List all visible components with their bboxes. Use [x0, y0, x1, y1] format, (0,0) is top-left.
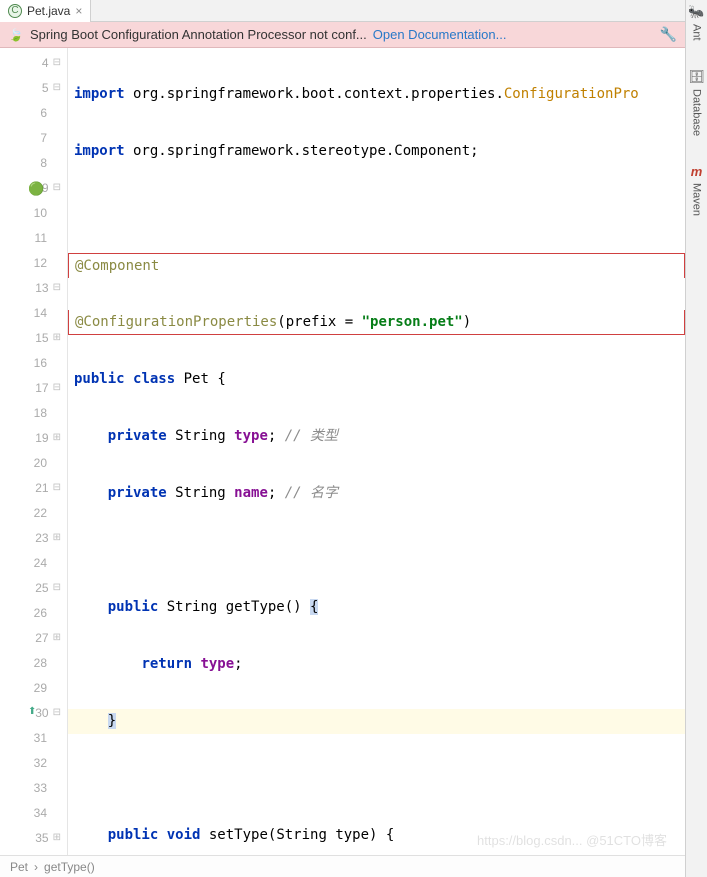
- database-icon: 🗄: [688, 69, 705, 85]
- fold-icon[interactable]: ⊞: [53, 532, 61, 543]
- line-number: 24: [23, 556, 47, 570]
- line-number: 20: [23, 456, 47, 470]
- bean-icon[interactable]: 🟢: [28, 181, 42, 195]
- fold-icon[interactable]: ⊟: [53, 582, 61, 593]
- open-documentation-link[interactable]: Open Documentation...: [373, 27, 507, 42]
- breadcrumb-method[interactable]: getType(): [44, 860, 95, 874]
- code-line[interactable]: return type;: [68, 652, 685, 677]
- line-number: 34: [23, 806, 47, 820]
- line-number: 18: [23, 406, 47, 420]
- fold-icon[interactable]: ⊞: [53, 432, 61, 443]
- code-line[interactable]: private String name; // 名字: [68, 481, 685, 506]
- code-line[interactable]: public class Pet {: [68, 367, 685, 392]
- code-line[interactable]: private String type; // 类型: [68, 424, 685, 449]
- line-number: 26: [23, 606, 47, 620]
- line-number: 32: [23, 756, 47, 770]
- code-line[interactable]: [68, 538, 685, 563]
- ant-tool-button[interactable]: 🐜Ant: [688, 4, 704, 41]
- code-line[interactable]: [68, 196, 685, 221]
- line-number: 33: [23, 781, 47, 795]
- fold-icon[interactable]: ⊟: [53, 57, 61, 68]
- line-number: 11: [23, 231, 47, 245]
- line-number: 35: [25, 831, 49, 845]
- code-line[interactable]: import org.springframework.boot.context.…: [68, 82, 685, 107]
- line-number: 7: [23, 131, 47, 145]
- tab-pet-java[interactable]: C Pet.java ×: [0, 0, 91, 22]
- notification-text: Spring Boot Configuration Annotation Pro…: [30, 27, 367, 42]
- line-number: 4: [25, 56, 49, 70]
- line-number: 31: [23, 731, 47, 745]
- maven-tool-button[interactable]: mMaven: [691, 164, 703, 216]
- breadcrumb-separator-icon: ›: [34, 860, 38, 874]
- code-line[interactable]: public String getType() {: [68, 595, 685, 620]
- code-line[interactable]: [68, 766, 685, 791]
- fold-icon[interactable]: ⊟: [53, 82, 61, 93]
- line-number: 23: [25, 531, 49, 545]
- notification-bar: 🍃 Spring Boot Configuration Annotation P…: [0, 22, 685, 48]
- line-number: 15: [25, 331, 49, 345]
- code-area[interactable]: import org.springframework.boot.context.…: [68, 48, 685, 855]
- line-number: 16: [23, 356, 47, 370]
- breadcrumb: Pet › getType(): [0, 855, 685, 877]
- fold-icon[interactable]: ⊞: [53, 332, 61, 343]
- line-number: 28: [23, 656, 47, 670]
- ant-icon: 🐜: [688, 4, 704, 20]
- database-tool-button[interactable]: 🗄Database: [688, 69, 705, 136]
- code-line[interactable]: @ConfigurationProperties(prefix = "perso…: [68, 310, 685, 335]
- java-class-icon: C: [8, 4, 22, 18]
- fold-icon[interactable]: ⊟: [53, 707, 61, 718]
- line-number: 29: [23, 681, 47, 695]
- line-number: 19: [25, 431, 49, 445]
- watermark-text: https://blog.csdn... @51CTO博客: [477, 830, 667, 849]
- line-number: 6: [23, 106, 47, 120]
- line-number: 27: [25, 631, 49, 645]
- line-number: 10: [23, 206, 47, 220]
- line-number: 13: [25, 281, 49, 295]
- tab-label: Pet.java: [27, 4, 70, 18]
- breadcrumb-class[interactable]: Pet: [10, 860, 28, 874]
- fold-icon[interactable]: ⊟: [53, 482, 61, 493]
- tab-bar: C Pet.java ×: [0, 0, 685, 22]
- line-number: 8: [23, 156, 47, 170]
- line-number: 14: [23, 306, 47, 320]
- line-number: 12: [23, 256, 47, 270]
- close-icon[interactable]: ×: [75, 4, 82, 18]
- line-number: 22: [23, 506, 47, 520]
- code-line[interactable]: @Component: [68, 253, 685, 278]
- fold-icon[interactable]: ⊟: [53, 182, 61, 193]
- fold-icon[interactable]: ⊟: [53, 282, 61, 293]
- wrench-icon[interactable]: 🔧: [660, 26, 677, 43]
- code-line[interactable]: import org.springframework.stereotype.Co…: [68, 139, 685, 164]
- line-number: 17: [25, 381, 49, 395]
- fold-icon[interactable]: ⊟: [53, 382, 61, 393]
- maven-icon: m: [691, 164, 703, 179]
- editor-pane: 4⊟ 5⊟ 6 7 8 🟢9⊟ 10 11 12 13⊟ 14 15⊞ 16 1…: [0, 48, 685, 855]
- line-number: 21: [25, 481, 49, 495]
- fold-icon[interactable]: ⊞: [53, 832, 61, 843]
- spring-icon: 🍃: [8, 27, 24, 43]
- override-icon[interactable]: ⬆: [28, 706, 42, 720]
- line-number: 5: [25, 81, 49, 95]
- line-number: 25: [25, 581, 49, 595]
- gutter: 4⊟ 5⊟ 6 7 8 🟢9⊟ 10 11 12 13⊟ 14 15⊞ 16 1…: [0, 48, 68, 855]
- code-line[interactable]: }: [68, 709, 685, 734]
- right-tool-bar: 🐜Ant 🗄Database mMaven: [685, 0, 707, 877]
- fold-icon[interactable]: ⊞: [53, 632, 61, 643]
